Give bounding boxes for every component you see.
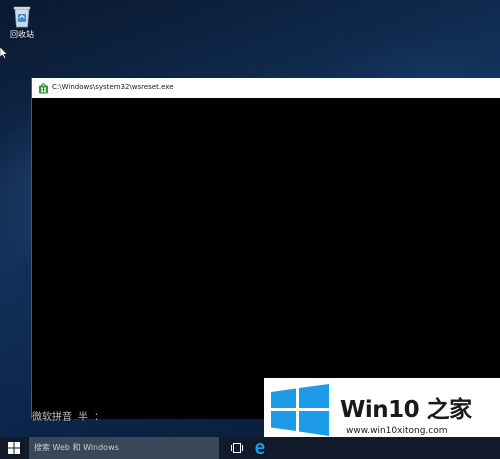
task-view-button[interactable] bbox=[226, 437, 248, 459]
recycle-bin-label: 回收站 bbox=[10, 30, 34, 39]
mouse-cursor bbox=[0, 44, 8, 63]
desktop: 回收站 C:\Windows\system32\wsreset.exe 微软拼音… bbox=[0, 0, 500, 459]
watermark-title-home: 之家 bbox=[419, 397, 473, 423]
console-output[interactable]: 微软拼音 半 ： bbox=[32, 98, 500, 423]
taskbar-search-box[interactable]: 搜索 Web 和 Windows bbox=[29, 437, 219, 459]
console-title: C:\Windows\system32\wsreset.exe bbox=[52, 83, 174, 91]
ime-status-text: 微软拼音 半 ： bbox=[32, 412, 105, 423]
watermark-title-win10: Win10 bbox=[340, 397, 420, 423]
console-window[interactable]: C:\Windows\system32\wsreset.exe 微软拼音 半 ： bbox=[31, 78, 500, 423]
watermark-logo: Win10 之家 www.win10xitong.com bbox=[264, 378, 500, 442]
start-button[interactable] bbox=[0, 437, 28, 459]
watermark-url: www.win10xitong.com bbox=[346, 426, 448, 436]
search-placeholder: 搜索 Web 和 Windows bbox=[34, 443, 119, 452]
windows-logo-icon bbox=[271, 384, 329, 436]
console-titlebar[interactable]: C:\Windows\system32\wsreset.exe bbox=[32, 78, 500, 98]
windows-logo-icon bbox=[8, 442, 20, 454]
recycle-bin-icon bbox=[13, 6, 31, 28]
task-view-icon bbox=[231, 443, 243, 453]
store-icon bbox=[39, 83, 48, 94]
edge-button[interactable] bbox=[252, 437, 266, 459]
taskbar: 搜索 Web 和 Windows bbox=[0, 437, 500, 459]
edge-icon bbox=[255, 443, 265, 454]
recycle-bin-shortcut[interactable]: 回收站 bbox=[4, 4, 40, 48]
watermark-title: Win10 之家 bbox=[340, 390, 472, 424]
